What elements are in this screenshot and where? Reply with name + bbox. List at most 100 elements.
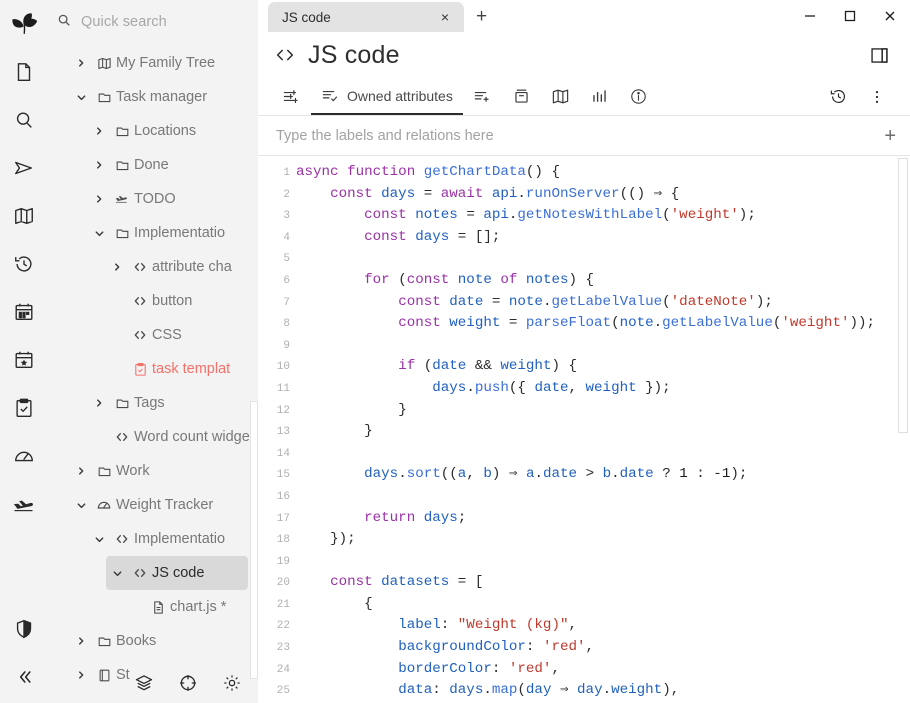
right-panel-icon[interactable] (869, 45, 894, 66)
note-revisions-icon[interactable] (819, 78, 858, 115)
quick-search-bar[interactable]: Quick search (47, 0, 258, 44)
rail-note-icon[interactable] (4, 52, 44, 92)
crosshair-icon[interactable] (178, 673, 198, 693)
line-number: 4 (258, 227, 290, 249)
tree-item-todo[interactable]: TODO (88, 182, 258, 216)
tree-item-label: chart.js * (170, 599, 226, 615)
tree-item-label: CSS (152, 327, 182, 343)
tree-item-work[interactable]: Work (70, 454, 258, 488)
chevron-down-icon[interactable] (106, 568, 128, 579)
tree-item-task-manager[interactable]: Task manager (70, 80, 258, 114)
tree-item-task-templat[interactable]: task templat (106, 352, 258, 386)
chevron-down-icon[interactable] (70, 500, 92, 511)
code-line: const date = note.getLabelValue('dateNot… (296, 292, 910, 314)
line-number: 25 (258, 680, 290, 702)
code-line: const notes = api.getNotesWithLabel('wei… (296, 205, 910, 227)
tree-scrollbar[interactable] (250, 401, 258, 679)
maximize-icon[interactable] (830, 0, 870, 32)
code-line (296, 551, 910, 573)
close-icon[interactable] (870, 0, 910, 32)
layers-icon[interactable] (134, 673, 154, 693)
editor-scrollbar[interactable] (898, 158, 908, 433)
chevron-right-icon[interactable] (88, 160, 110, 170)
rail-calendar-star-icon[interactable] (4, 340, 44, 380)
tab-owned-attributes[interactable]: Owned attributes (311, 78, 463, 115)
line-number: 13 (258, 421, 290, 443)
attributes-row[interactable]: Type the labels and relations here + (258, 116, 910, 156)
note-actions-kebab-menu-icon[interactable] (858, 78, 896, 115)
note-tree-scroll[interactable]: My Family TreeTask managerLocationsDone T… (47, 44, 258, 703)
line-number: 1 (258, 162, 290, 184)
tree-item-my-family-tree[interactable]: My Family Tree (70, 46, 258, 80)
code-content[interactable]: async function getChartData() { const da… (296, 162, 910, 702)
folder-icon (92, 634, 116, 649)
rail-history-icon[interactable] (4, 244, 44, 284)
tree-footer-toolbar (47, 663, 258, 703)
chevron-right-icon[interactable] (70, 466, 92, 476)
tree-item-books[interactable]: Books (70, 624, 258, 658)
tree-item-word-count-widge[interactable]: Word count widge (88, 420, 258, 454)
line-number: 20 (258, 572, 290, 594)
code-line: return days; (296, 508, 910, 530)
line-number: 24 (258, 659, 290, 681)
tree-item-tags[interactable]: Tags (88, 386, 258, 420)
rail-shield-icon[interactable] (4, 609, 44, 649)
chevron-right-icon[interactable] (70, 58, 92, 68)
code-line (296, 335, 910, 357)
chevron-down-icon[interactable] (70, 92, 92, 103)
rail-send-icon[interactable] (4, 148, 44, 188)
gear-icon[interactable] (222, 673, 242, 693)
note-info-icon[interactable] (619, 78, 658, 115)
trilium-app-window: Quick search My Family TreeTask managerL… (0, 0, 910, 703)
tree-item-weight-tracker[interactable]: Weight Tracker (70, 488, 258, 522)
chevron-right-icon[interactable] (88, 126, 110, 136)
chevron-right-icon[interactable] (70, 636, 92, 646)
attributes-input-placeholder[interactable]: Type the labels and relations here (276, 128, 884, 144)
rail-search-icon[interactable] (4, 100, 44, 140)
line-number: 6 (258, 270, 290, 292)
tree-item-label: task templat (152, 361, 230, 377)
tree-item-button[interactable]: button (106, 284, 258, 318)
basic-properties-icon[interactable] (272, 78, 311, 115)
chevron-right-icon[interactable] (88, 194, 110, 204)
chevron-right-icon[interactable] (88, 398, 110, 408)
note-title-row: JS code (258, 32, 910, 78)
new-tab-button[interactable]: + (476, 7, 487, 26)
tree-item-implementatio[interactable]: Implementatio (88, 216, 258, 250)
rail-clipboard-check-icon[interactable] (4, 388, 44, 428)
tree-item-implementatio[interactable]: Implementatio (88, 522, 258, 556)
tab-js-code[interactable]: JS code × (268, 2, 464, 32)
rail-calendar-icon[interactable] (4, 292, 44, 332)
note-tree-list: My Family TreeTask managerLocationsDone T… (47, 46, 258, 692)
inherited-attributes-icon[interactable] (463, 78, 502, 115)
tree-item-done[interactable]: Done (88, 148, 258, 182)
chevron-down-icon[interactable] (88, 534, 110, 545)
tree-item-label: Tags (134, 395, 165, 411)
rail-gauge-icon[interactable] (4, 436, 44, 476)
code-editor[interactable]: 1234567891011121314151617181920212223242… (258, 156, 910, 703)
tree-item-label: JS code (152, 565, 204, 581)
tree-item-css[interactable]: CSS (106, 318, 258, 352)
note-map-icon[interactable] (541, 78, 580, 115)
line-number: 2 (258, 184, 290, 206)
page-title[interactable]: JS code (308, 41, 400, 70)
line-number: 16 (258, 486, 290, 508)
chevron-right-icon[interactable] (106, 262, 128, 272)
minimize-icon[interactable] (790, 0, 830, 32)
rail-collapse-icon[interactable] (4, 657, 44, 697)
note-info-stats-icon[interactable] (580, 78, 619, 115)
code-line: borderColor: 'red', (296, 659, 910, 681)
tree-item-attribute-cha[interactable]: attribute cha (106, 250, 258, 284)
chevron-down-icon[interactable] (88, 228, 110, 239)
add-attribute-plus-icon[interactable]: + (884, 126, 896, 146)
tree-item-chart-js[interactable]: chart.js * (124, 590, 258, 624)
tree-item-js-code[interactable]: JS code (106, 556, 248, 590)
window-controls (790, 0, 910, 32)
line-number: 7 (258, 292, 290, 314)
rail-map-icon[interactable] (4, 196, 44, 236)
tree-item-label: TODO (134, 191, 176, 207)
note-paths-icon[interactable] (502, 78, 541, 115)
tree-item-locations[interactable]: Locations (88, 114, 258, 148)
tab-close-icon[interactable]: × (436, 9, 454, 25)
rail-plane-icon[interactable] (4, 484, 44, 524)
